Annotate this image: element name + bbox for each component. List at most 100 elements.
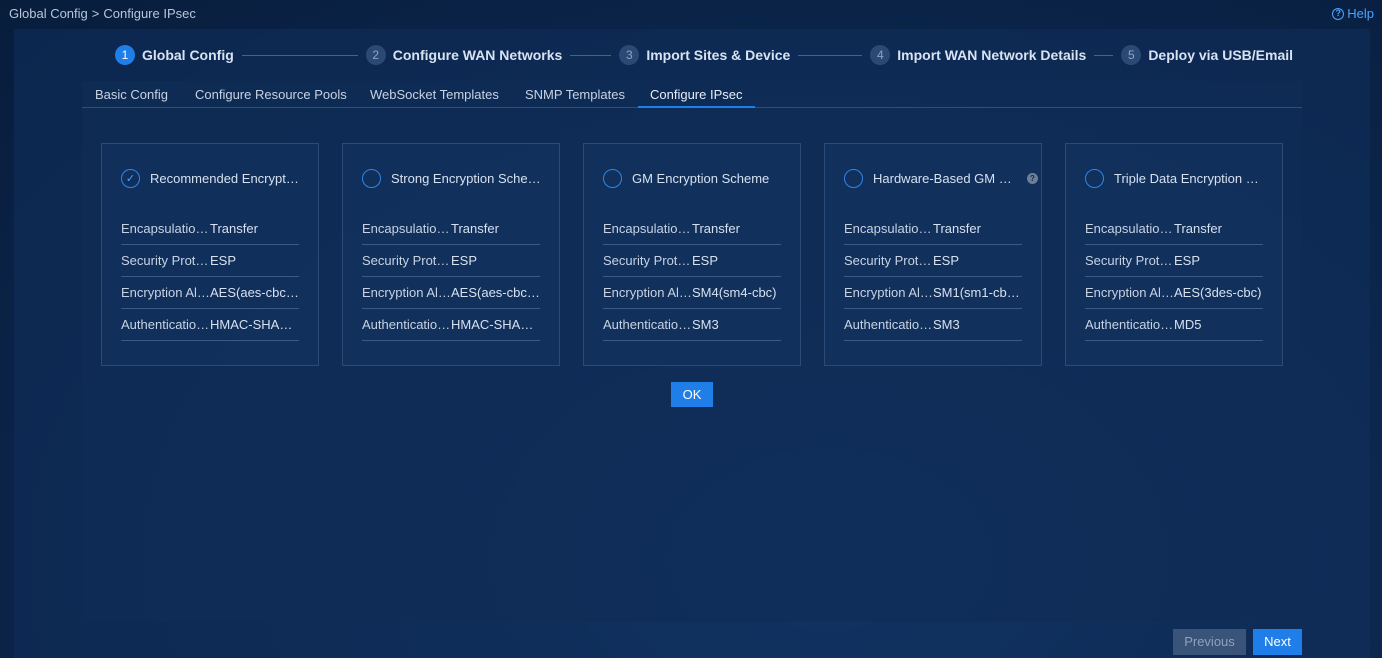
step-label: Global Config <box>142 47 234 63</box>
card-title: GM Encryption Scheme <box>632 170 770 186</box>
detail-key: Security Protocol <box>603 253 692 268</box>
detail-key: Encapsulation Mode <box>1085 221 1174 236</box>
detail-value: Transfer <box>933 221 981 236</box>
step-configure-wan-networks[interactable]: 2 Configure WAN Networks <box>365 45 563 65</box>
detail-key: Encryption Algorithm <box>1085 285 1174 300</box>
card-header: Triple Data Encryption Scheme <box>1085 168 1265 188</box>
detail-value: Transfer <box>210 221 258 236</box>
question-icon[interactable]: ? <box>1027 173 1038 184</box>
detail-value: AES(aes-cbc-256) <box>210 285 299 300</box>
scheme-card-hardware-gm[interactable]: Hardware-Based GM Encryption Scheme ? En… <box>824 143 1042 366</box>
card-details: Encapsulation ModeTransfer Security Prot… <box>603 213 781 341</box>
card-title: Recommended Encryption Scheme <box>150 170 300 186</box>
detail-row: Encapsulation ModeTransfer <box>1085 213 1263 245</box>
detail-key: Encapsulation Mode <box>844 221 933 236</box>
breadcrumb-separator: > <box>91 6 100 21</box>
detail-key: Security Protocol <box>362 253 451 268</box>
step-connector <box>570 54 612 56</box>
detail-row: Encapsulation ModeTransfer <box>121 213 299 245</box>
scheme-card-triple-des[interactable]: Triple Data Encryption Scheme Encapsulat… <box>1065 143 1283 366</box>
step-import-wan-network-details[interactable]: 4 Import WAN Network Details <box>870 45 1086 65</box>
previous-button[interactable]: Previous <box>1173 629 1246 655</box>
card-header: GM Encryption Scheme <box>603 168 783 188</box>
card-title: Strong Encryption Scheme <box>391 170 541 186</box>
step-connector <box>1094 54 1114 56</box>
detail-key: Encryption Algorithm <box>362 285 451 300</box>
detail-key: Encryption Algorithm <box>603 285 692 300</box>
detail-key: Security Protocol <box>121 253 210 268</box>
detail-key: Encapsulation Mode <box>121 221 210 236</box>
detail-key: Security Protocol <box>844 253 933 268</box>
detail-value: Transfer <box>451 221 499 236</box>
detail-value: ESP <box>210 253 237 268</box>
step-connector <box>241 54 358 56</box>
breadcrumb-current: Configure IPsec <box>103 6 196 21</box>
step-label: Configure WAN Networks <box>392 47 563 63</box>
card-header: ✓ Recommended Encryption Scheme <box>121 168 301 188</box>
next-button[interactable]: Next <box>1253 629 1302 655</box>
radio-button[interactable] <box>1085 168 1104 188</box>
step-import-sites-device[interactable]: 3 Import Sites & Device <box>619 45 790 65</box>
main-panel: 1 Global Config 2 Configure WAN Networks… <box>14 29 1370 658</box>
detail-row: Security Protocol ESP <box>362 245 540 277</box>
detail-key: Authentication Algorithm <box>844 317 933 332</box>
detail-row: Security Protocol ESP <box>844 245 1022 277</box>
tab-basic-config[interactable]: Basic Config <box>83 81 180 108</box>
step-global-config[interactable]: 1 Global Config <box>115 45 234 65</box>
detail-key: Authentication Algorithm <box>1085 317 1174 332</box>
detail-value: AES(3des-cbc) <box>1174 285 1262 300</box>
help-label: Help <box>1347 6 1374 21</box>
detail-value: MD5 <box>1174 317 1202 332</box>
card-details: Encapsulation ModeTransfer Security Prot… <box>121 213 299 341</box>
ok-button[interactable]: OK <box>671 382 713 407</box>
tab-snmp-templates[interactable]: SNMP Templates <box>513 81 637 108</box>
scheme-card-strong[interactable]: Strong Encryption Scheme Encapsulation M… <box>342 143 560 366</box>
detail-row: Authentication AlgorithmHMAC-SHA1(hmac-s… <box>121 309 299 341</box>
card-header: Hardware-Based GM Encryption Scheme ? <box>844 168 1038 188</box>
detail-row: Encryption AlgorithmAES(aes-cbc-256) <box>362 277 540 309</box>
detail-key: Authentication Algorithm <box>603 317 692 332</box>
detail-key: Security Protocol <box>1085 253 1174 268</box>
detail-row: Authentication AlgorithmHMAC-SHA1(hmac-s… <box>362 309 540 341</box>
tab-configure-ipsec[interactable]: Configure IPsec <box>638 81 755 108</box>
step-connector <box>798 54 863 56</box>
help-link[interactable]: ? Help <box>1332 6 1374 21</box>
radio-selected-check-icon[interactable]: ✓ <box>121 168 140 188</box>
card-details: Encapsulation ModeTransfer Security Prot… <box>844 213 1022 341</box>
step-number: 1 <box>115 45 135 65</box>
detail-row: Security Protocol ESP <box>603 245 781 277</box>
card-title: Hardware-Based GM Encryption Scheme <box>873 170 1019 186</box>
scheme-card-recommended[interactable]: ✓ Recommended Encryption Scheme Encapsul… <box>101 143 319 366</box>
detail-row: Encryption AlgorithmAES(3des-cbc) <box>1085 277 1263 309</box>
detail-value: AES(aes-cbc-256) <box>451 285 540 300</box>
detail-value: SM3 <box>933 317 960 332</box>
detail-row: Encryption AlgorithmSM1(sm1-cbc-128) <box>844 277 1022 309</box>
detail-value: Transfer <box>692 221 740 236</box>
radio-button[interactable] <box>603 168 622 188</box>
detail-row: Encapsulation ModeTransfer <box>844 213 1022 245</box>
tab-websocket-templates[interactable]: WebSocket Templates <box>358 81 511 108</box>
radio-button[interactable] <box>362 168 381 188</box>
breadcrumb-parent[interactable]: Global Config <box>9 6 88 21</box>
detail-key: Encapsulation Mode <box>603 221 692 236</box>
detail-key: Authentication Algorithm <box>362 317 451 332</box>
tab-configure-resource-pools[interactable]: Configure Resource Pools <box>183 81 359 108</box>
detail-value: SM4(sm4-cbc) <box>692 285 777 300</box>
step-label: Import WAN Network Details <box>897 47 1087 63</box>
card-details: Encapsulation ModeTransfer Security Prot… <box>362 213 540 341</box>
card-details: Encapsulation ModeTransfer Security Prot… <box>1085 213 1263 341</box>
detail-value: ESP <box>451 253 478 268</box>
card-header: Strong Encryption Scheme <box>362 168 542 188</box>
step-deploy-via-usb-email[interactable]: 5 Deploy via USB/Email <box>1121 45 1293 65</box>
detail-row: Security Protocol ESP <box>1085 245 1263 277</box>
detail-row: Security Protocol ESP <box>121 245 299 277</box>
detail-value: Transfer <box>1174 221 1222 236</box>
scheme-card-gm[interactable]: GM Encryption Scheme Encapsulation ModeT… <box>583 143 801 366</box>
radio-button[interactable] <box>844 168 863 188</box>
detail-value: ESP <box>692 253 719 268</box>
breadcrumb: Global Config > Configure IPsec <box>9 6 196 21</box>
detail-value: SM1(sm1-cbc-128) <box>933 285 1022 300</box>
detail-row: Authentication AlgorithmMD5 <box>1085 309 1263 341</box>
step-number: 3 <box>619 45 640 65</box>
detail-key: Encryption Algorithm <box>121 285 210 300</box>
